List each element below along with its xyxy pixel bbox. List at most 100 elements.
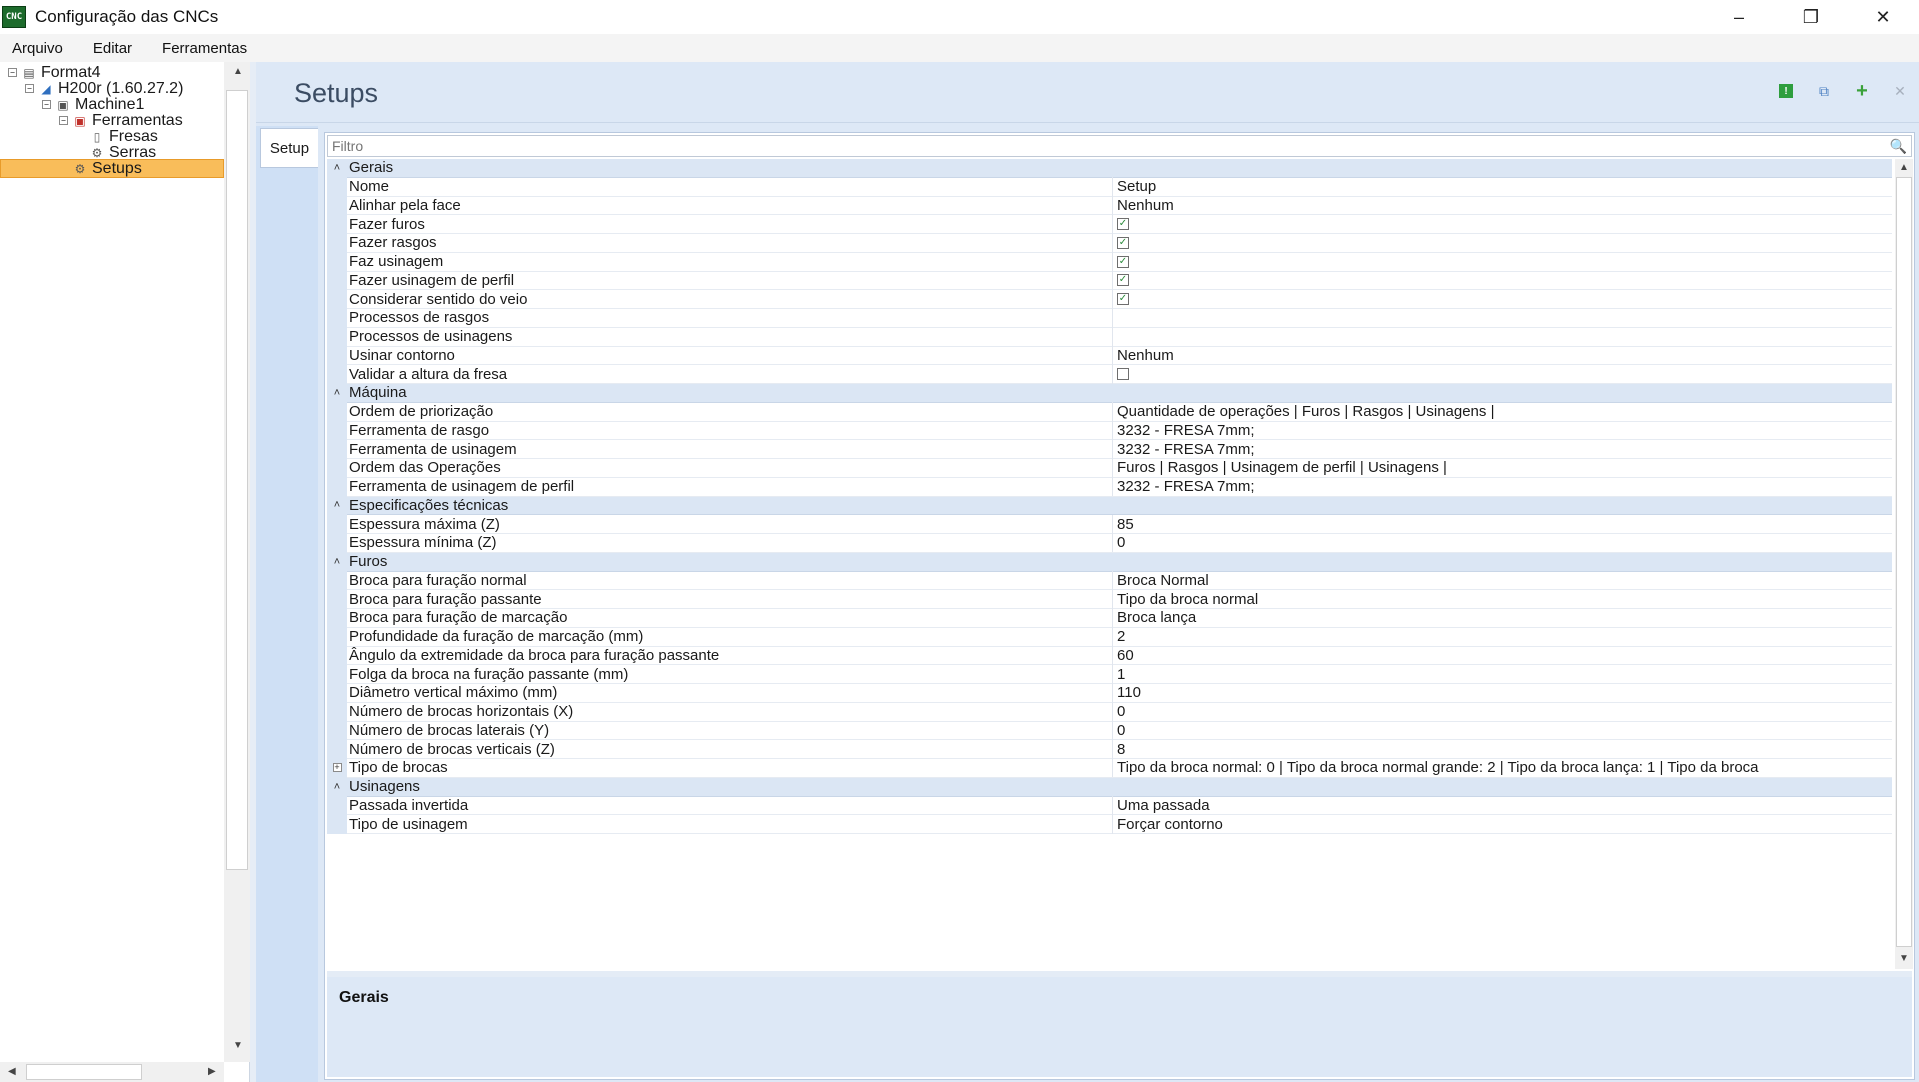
menu-editar[interactable]: Editar bbox=[93, 40, 132, 57]
grid-property-row[interactable]: + Tipo de brocas Tipo da broca normal: 0 |… bbox=[327, 758, 1892, 778]
property-checkbox-cell[interactable]: ✓ bbox=[1112, 252, 1892, 271]
checked-checkbox-icon[interactable]: ✓ bbox=[1117, 274, 1129, 287]
grid-property-row[interactable]: Ferramenta de usinagem de perfil 3232 - F… bbox=[327, 477, 1892, 497]
menu-ferramentas[interactable]: Ferramentas bbox=[162, 40, 247, 57]
restore-button[interactable]: ❐ bbox=[1775, 0, 1847, 34]
property-value[interactable]: Forçar contorno bbox=[1112, 814, 1892, 834]
delete-button[interactable]: ✕ bbox=[1891, 82, 1909, 100]
property-value[interactable]: 8 bbox=[1112, 739, 1892, 759]
property-value[interactable]: Furos | Rasgos | Usinagem de perfil | Us… bbox=[1112, 458, 1892, 478]
collapse-icon[interactable]: − bbox=[8, 68, 17, 77]
grid-property-row[interactable]: Número de brocas laterais (Y) 0 bbox=[327, 721, 1892, 741]
grid-property-row[interactable]: Profundidade da furação de marcação (mm)… bbox=[327, 627, 1892, 647]
property-value[interactable]: 3232 - FRESA 7mm; bbox=[1112, 439, 1892, 459]
expand-icon[interactable]: + bbox=[327, 758, 347, 778]
property-checkbox-cell[interactable] bbox=[1112, 364, 1892, 384]
property-value[interactable]: Nenhum bbox=[1112, 196, 1892, 215]
grid-category-row[interactable]: ˄ Especificações técnicas bbox=[327, 496, 1892, 516]
property-checkbox-cell[interactable]: ✓ bbox=[1112, 271, 1892, 290]
property-value[interactable]: 3232 - FRESA 7mm; bbox=[1112, 477, 1892, 496]
grid-category-row[interactable]: ˄ Furos bbox=[327, 552, 1892, 572]
checked-checkbox-icon[interactable]: ✓ bbox=[1117, 218, 1129, 231]
property-value[interactable]: Nenhum bbox=[1112, 346, 1892, 365]
grid-property-row[interactable]: Considerar sentido do veio ✓ bbox=[327, 289, 1892, 309]
grid-property-row[interactable]: Fazer furos ✓ bbox=[327, 214, 1892, 234]
grid-property-row[interactable]: Ângulo da extremidade da broca para fura… bbox=[327, 646, 1892, 666]
grid-category-row[interactable]: ˄ Usinagens bbox=[327, 777, 1892, 797]
property-value[interactable]: 2 bbox=[1112, 627, 1892, 646]
grid-property-row[interactable]: Nome Setup bbox=[327, 177, 1892, 197]
grid-category-row[interactable]: ˄ Máquina bbox=[327, 383, 1892, 403]
chevron-up-icon[interactable]: ˄ bbox=[327, 552, 347, 571]
property-value[interactable] bbox=[1112, 327, 1892, 346]
checked-checkbox-icon[interactable]: ✓ bbox=[1117, 293, 1129, 306]
grid-property-row[interactable]: Diâmetro vertical máximo (mm) 110 bbox=[327, 683, 1892, 703]
grid-property-row[interactable]: Número de brocas verticais (Z) 8 bbox=[327, 739, 1892, 759]
grid-property-row[interactable]: Ferramenta de usinagem 3232 - FRESA 7mm; bbox=[327, 439, 1892, 459]
property-value[interactable] bbox=[1112, 308, 1892, 328]
close-button[interactable]: ✕ bbox=[1847, 0, 1919, 34]
scroll-down-icon[interactable]: ▼ bbox=[1899, 953, 1909, 964]
tree-hscroll-thumb[interactable] bbox=[26, 1064, 142, 1080]
property-value[interactable]: 85 bbox=[1112, 514, 1892, 534]
property-checkbox-cell[interactable]: ✓ bbox=[1112, 289, 1892, 309]
grid-category-row[interactable]: ˄ Gerais bbox=[327, 159, 1892, 178]
grid-property-row[interactable]: Espessura máxima (Z) 85 bbox=[327, 514, 1892, 534]
grid-property-row[interactable]: Alinhar pela face Nenhum bbox=[327, 196, 1892, 216]
scroll-left-icon[interactable]: ◀ bbox=[8, 1066, 16, 1077]
search-icon[interactable]: 🔍 bbox=[1890, 138, 1907, 155]
info-button[interactable]: ! bbox=[1777, 82, 1795, 100]
grid-property-row[interactable]: Fazer rasgos ✓ bbox=[327, 233, 1892, 253]
property-value[interactable]: 1 bbox=[1112, 664, 1892, 684]
grid-property-row[interactable]: Tipo de usinagem Forçar contorno bbox=[327, 814, 1892, 834]
grid-property-row[interactable]: Processos de rasgos bbox=[327, 308, 1892, 328]
chevron-up-icon[interactable]: ˄ bbox=[327, 159, 347, 178]
grid-property-row[interactable]: Faz usinagem ✓ bbox=[327, 252, 1892, 272]
grid-property-row[interactable]: Processos de usinagens bbox=[327, 327, 1892, 347]
grid-property-row[interactable]: Espessura mínima (Z) 0 bbox=[327, 533, 1892, 553]
property-value[interactable]: 3232 - FRESA 7mm; bbox=[1112, 421, 1892, 440]
tree-vertical-scrollbar[interactable]: ▲ ▼ bbox=[224, 62, 250, 1062]
grid-property-row[interactable]: Ordem das Operações Furos | Rasgos | Usin… bbox=[327, 458, 1892, 478]
property-value[interactable]: Setup bbox=[1112, 177, 1892, 196]
property-checkbox-cell[interactable]: ✓ bbox=[1112, 233, 1892, 253]
scroll-up-icon[interactable]: ▲ bbox=[1899, 162, 1909, 173]
tab-setup[interactable]: Setup bbox=[260, 128, 318, 168]
scroll-right-icon[interactable]: ▶ bbox=[208, 1066, 216, 1077]
property-value[interactable]: 0 bbox=[1112, 702, 1892, 721]
grid-property-row[interactable]: Passada invertida Uma passada bbox=[327, 796, 1892, 816]
chevron-up-icon[interactable]: ˄ bbox=[327, 383, 347, 403]
property-value[interactable]: 110 bbox=[1112, 683, 1892, 703]
property-value[interactable]: Broca Normal bbox=[1112, 571, 1892, 590]
property-value[interactable]: Uma passada bbox=[1112, 796, 1892, 815]
filter-input[interactable] bbox=[328, 136, 1868, 156]
property-value[interactable]: Tipo da broca normal: 0 | Tipo da broca … bbox=[1112, 758, 1892, 778]
duplicate-button[interactable]: ⧉ bbox=[1815, 82, 1833, 100]
tree-horizontal-scrollbar[interactable]: ◀ ▶ bbox=[0, 1062, 224, 1082]
checked-checkbox-icon[interactable]: ✓ bbox=[1117, 255, 1129, 268]
tree-scroll-thumb[interactable] bbox=[226, 90, 248, 870]
property-value[interactable]: Tipo da broca normal bbox=[1112, 589, 1892, 609]
grid-property-row[interactable]: Broca para furação passante Tipo da broca… bbox=[327, 589, 1892, 609]
unchecked-checkbox-icon[interactable] bbox=[1117, 368, 1129, 381]
grid-property-row[interactable]: Ordem de priorização Quantidade de operaç… bbox=[327, 402, 1892, 422]
grid-property-row[interactable]: Validar a altura da fresa bbox=[327, 364, 1892, 384]
grid-scroll-thumb[interactable] bbox=[1896, 177, 1912, 947]
scroll-down-icon[interactable]: ▼ bbox=[233, 1040, 243, 1051]
grid-property-row[interactable]: Fazer usinagem de perfil ✓ bbox=[327, 271, 1892, 291]
collapse-icon[interactable]: − bbox=[59, 116, 68, 125]
collapse-icon[interactable]: − bbox=[25, 84, 34, 93]
grid-property-row[interactable]: Broca para furação de marcação Broca lanç… bbox=[327, 608, 1892, 628]
property-value[interactable]: 0 bbox=[1112, 721, 1892, 740]
minimize-button[interactable]: – bbox=[1703, 0, 1775, 34]
property-value[interactable]: 0 bbox=[1112, 533, 1892, 553]
menu-arquivo[interactable]: Arquivo bbox=[12, 40, 63, 57]
grid-property-row[interactable]: Folga da broca na furação passante (mm) 1 bbox=[327, 664, 1892, 684]
property-value[interactable]: Quantidade de operações | Furos | Rasgos… bbox=[1112, 402, 1892, 421]
chevron-up-icon[interactable]: ˄ bbox=[327, 496, 347, 515]
grid-property-row[interactable]: Broca para furação normal Broca Normal bbox=[327, 571, 1892, 591]
scroll-up-icon[interactable]: ▲ bbox=[233, 66, 243, 77]
property-value[interactable]: Broca lança bbox=[1112, 608, 1892, 628]
checked-checkbox-icon[interactable]: ✓ bbox=[1117, 236, 1129, 249]
grid-vertical-scrollbar[interactable]: ▲ ▼ bbox=[1895, 159, 1913, 969]
